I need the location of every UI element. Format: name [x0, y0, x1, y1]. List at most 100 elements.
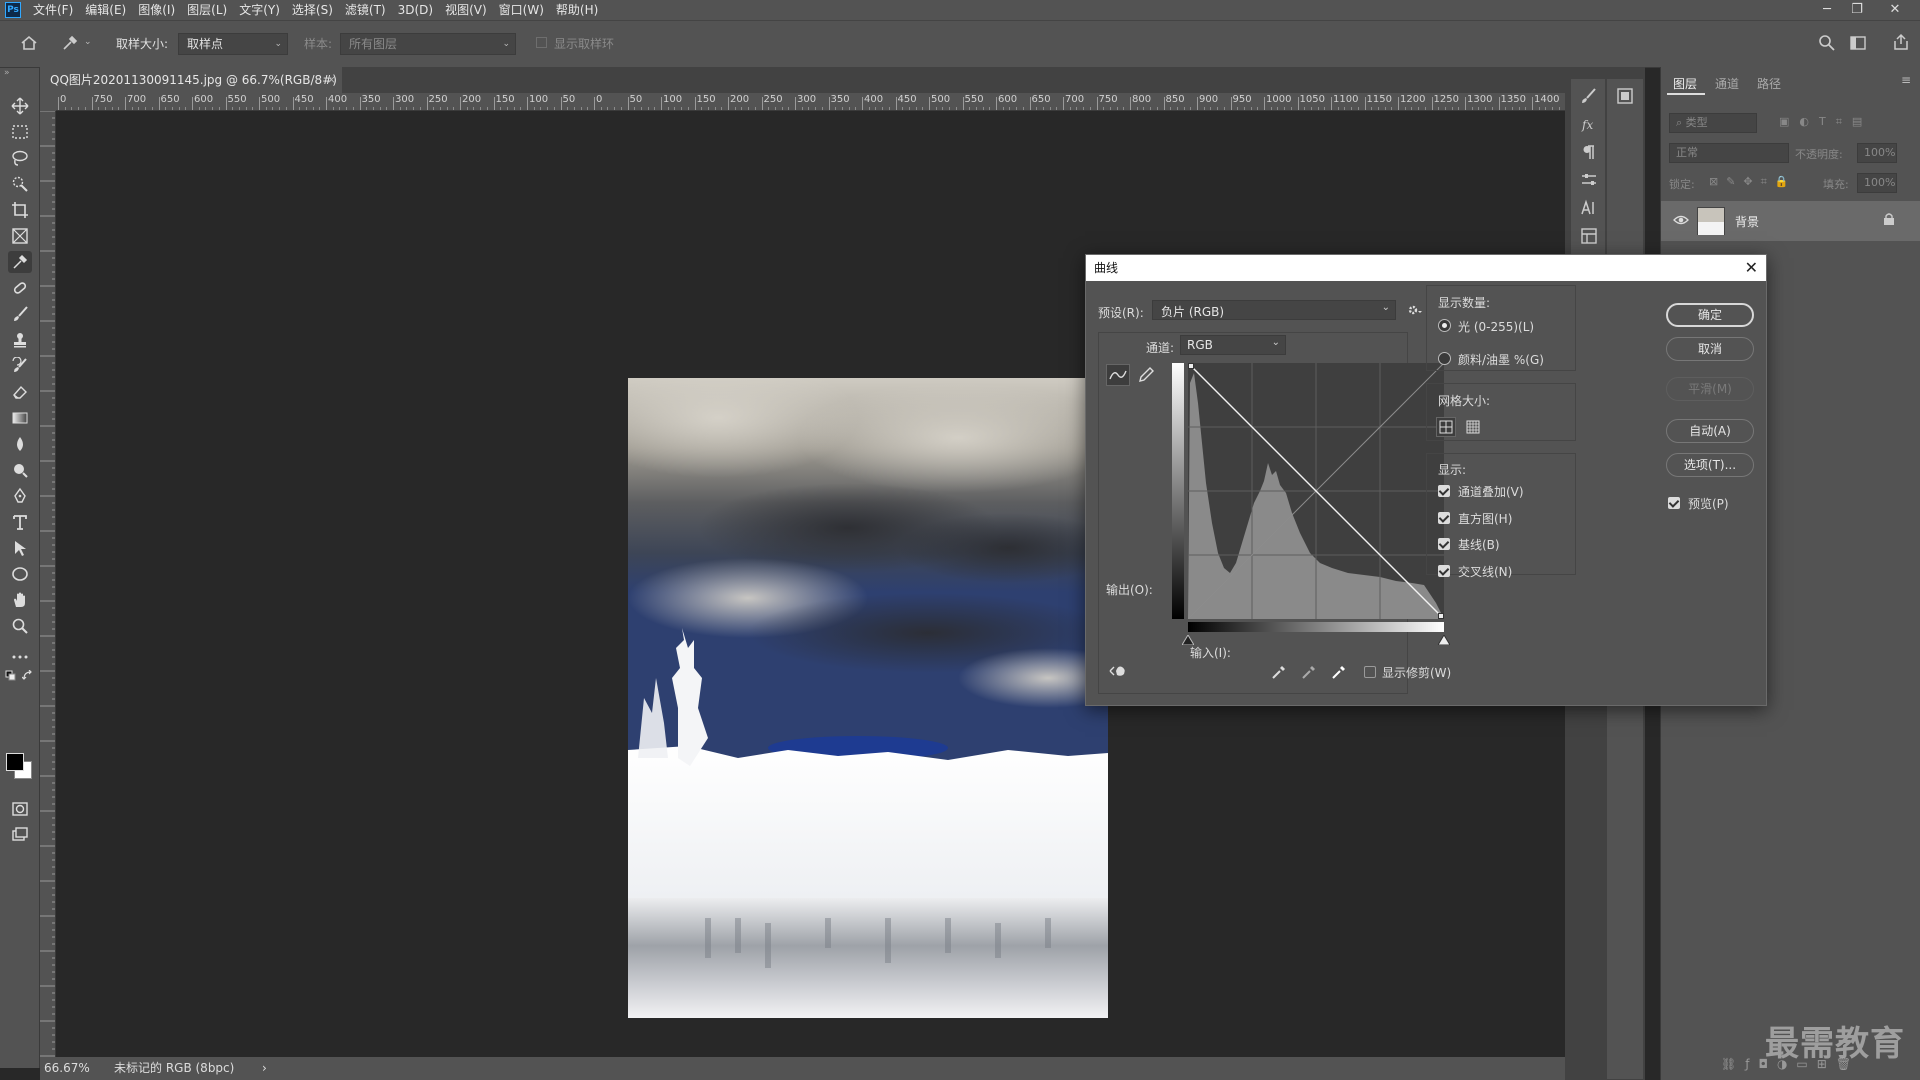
curve-point-start[interactable]: [1188, 363, 1194, 369]
ellipse-tool-icon[interactable]: [8, 563, 32, 585]
quick-selection-tool-icon[interactable]: [8, 173, 32, 195]
pen-tool-icon[interactable]: [8, 485, 32, 507]
target-adjust-icon[interactable]: [1108, 663, 1128, 682]
panel-menu-icon[interactable]: ≡: [1901, 73, 1911, 87]
lasso-tool-icon[interactable]: [8, 147, 32, 169]
menu-3d[interactable]: 3D(D): [392, 0, 439, 20]
layer-row-background[interactable]: 背景: [1661, 201, 1920, 241]
frame-tool-icon[interactable]: [8, 225, 32, 247]
smooth-button[interactable]: 平滑(M): [1666, 377, 1754, 401]
crop-tool-icon[interactable]: [8, 199, 32, 221]
healing-brush-tool-icon[interactable]: [8, 277, 32, 299]
zoom-level[interactable]: 66.67%: [44, 1057, 90, 1080]
collapse-arrows-icon[interactable]: »: [4, 68, 10, 78]
share-icon[interactable]: [1892, 33, 1910, 54]
cancel-button[interactable]: 取消: [1666, 337, 1754, 361]
curve-point-end[interactable]: [1438, 613, 1444, 619]
paragraph-icon[interactable]: [1580, 143, 1598, 164]
white-point-slider[interactable]: [1437, 634, 1451, 648]
tab-channels[interactable]: 通道: [1715, 75, 1739, 92]
close-dialog-button[interactable]: ✕: [1745, 255, 1758, 281]
close-tab-icon[interactable]: ×: [327, 67, 336, 93]
white-eyedropper-icon[interactable]: [1330, 663, 1348, 684]
menu-help[interactable]: 帮助(H): [550, 0, 604, 20]
quick-mask-icon[interactable]: [8, 798, 32, 820]
pigment-radio[interactable]: [1438, 352, 1451, 365]
tab-paths[interactable]: 路径: [1757, 75, 1781, 92]
intersection-checkbox[interactable]: [1438, 565, 1450, 577]
document-tab[interactable]: QQ图片20201130091145.jpg @ 66.7%(RGB/8#) ×: [40, 67, 342, 93]
minimize-button[interactable]: ─: [1812, 0, 1842, 20]
pencil-icon[interactable]: [1137, 366, 1155, 387]
close-window-button[interactable]: ✕: [1880, 0, 1910, 20]
character-icon[interactable]: [1580, 199, 1598, 220]
preset-select[interactable]: 负片 (RGB) ⌄: [1152, 300, 1396, 320]
hand-tool-icon[interactable]: [8, 589, 32, 611]
status-menu-arrow-icon[interactable]: ›: [262, 1057, 267, 1080]
clone-stamp-tool-icon[interactable]: [8, 329, 32, 351]
default-colors-icon[interactable]: [5, 670, 17, 685]
styles-icon[interactable]: fx: [1580, 115, 1598, 136]
horizontal-ruler[interactable]: 0 750 700 650 600 550 500 450 400 350 300 250 200 150…: [56, 93, 1565, 111]
marquee-tool-icon[interactable]: [8, 121, 32, 143]
vertical-ruler[interactable]: [40, 111, 56, 1057]
blur-tool-icon[interactable]: [8, 433, 32, 455]
color-panel-icon[interactable]: [1616, 87, 1634, 108]
menu-type[interactable]: 文字(Y): [233, 0, 286, 20]
menu-window[interactable]: 窗口(W): [493, 0, 550, 20]
auto-button[interactable]: 自动(A): [1666, 419, 1754, 443]
history-brush-tool-icon[interactable]: [8, 355, 32, 377]
ok-button[interactable]: 确定: [1666, 303, 1754, 327]
light-radio[interactable]: [1438, 319, 1451, 332]
foreground-color-swatch[interactable]: [6, 753, 24, 771]
curve-edit-tool[interactable]: [1106, 364, 1130, 386]
screen-mode-icon[interactable]: [8, 824, 32, 846]
menu-file[interactable]: 文件(F): [27, 0, 79, 20]
swap-colors-icon[interactable]: [21, 669, 34, 685]
workspace-icon[interactable]: [1849, 34, 1867, 55]
gear-icon[interactable]: [1406, 302, 1422, 321]
move-tool-icon[interactable]: [8, 95, 32, 117]
menu-filter[interactable]: 滤镜(T): [339, 0, 392, 20]
menu-edit[interactable]: 编辑(E): [79, 0, 132, 20]
restore-button[interactable]: ❐: [1842, 0, 1872, 20]
gradient-tool-icon[interactable]: [8, 407, 32, 429]
show-clipping-checkbox[interactable]: [1364, 666, 1376, 678]
options-button[interactable]: 选项(T)...: [1666, 453, 1754, 477]
baseline-checkbox[interactable]: [1438, 538, 1450, 550]
properties-icon[interactable]: [1580, 227, 1598, 248]
menu-layer[interactable]: 图层(L): [181, 0, 233, 20]
gray-eyedropper-icon[interactable]: [1300, 663, 1318, 684]
fill-field[interactable]: 100%: [1857, 173, 1897, 193]
blend-mode-select[interactable]: 正常: [1669, 143, 1789, 163]
brush-settings-icon[interactable]: [1580, 87, 1598, 108]
eraser-tool-icon[interactable]: [8, 381, 32, 403]
channel-overlay-checkbox[interactable]: [1438, 485, 1450, 497]
histogram-checkbox[interactable]: [1438, 512, 1450, 524]
sample-select[interactable]: 所有图层 ⌄: [340, 33, 516, 55]
more-tools-icon[interactable]: [8, 646, 32, 668]
home-icon[interactable]: [20, 34, 38, 55]
menu-view[interactable]: 视图(V): [439, 0, 493, 20]
eyedropper-tool-icon[interactable]: [8, 251, 32, 273]
channel-select[interactable]: RGB ⌄: [1180, 335, 1286, 355]
opacity-field[interactable]: 100%: [1857, 143, 1897, 163]
menu-select[interactable]: 选择(S): [286, 0, 339, 20]
sample-size-select[interactable]: 取样点 ⌄: [178, 33, 288, 55]
eyedropper-tool-icon[interactable]: [60, 33, 80, 56]
adjustments-icon[interactable]: [1580, 171, 1598, 192]
filter-icons[interactable]: ▣◐T⌗▤: [1779, 115, 1872, 129]
menu-image[interactable]: 图像(I): [132, 0, 181, 20]
layer-filter-select[interactable]: ⌕ 类型: [1669, 113, 1757, 133]
preview-checkbox[interactable]: [1668, 497, 1680, 509]
curves-titlebar[interactable]: 曲线 ✕: [1086, 255, 1766, 281]
search-icon[interactable]: [1818, 34, 1836, 55]
curve-graph[interactable]: [1188, 363, 1444, 619]
simple-grid-button[interactable]: [1436, 417, 1456, 437]
tab-layers[interactable]: 图层: [1673, 75, 1697, 92]
brush-tool-icon[interactable]: [8, 303, 32, 325]
layer-name[interactable]: 背景: [1735, 213, 1759, 230]
show-ring-checkbox[interactable]: [536, 37, 547, 48]
zoom-tool-icon[interactable]: [8, 615, 32, 637]
type-tool-icon[interactable]: [8, 511, 32, 533]
